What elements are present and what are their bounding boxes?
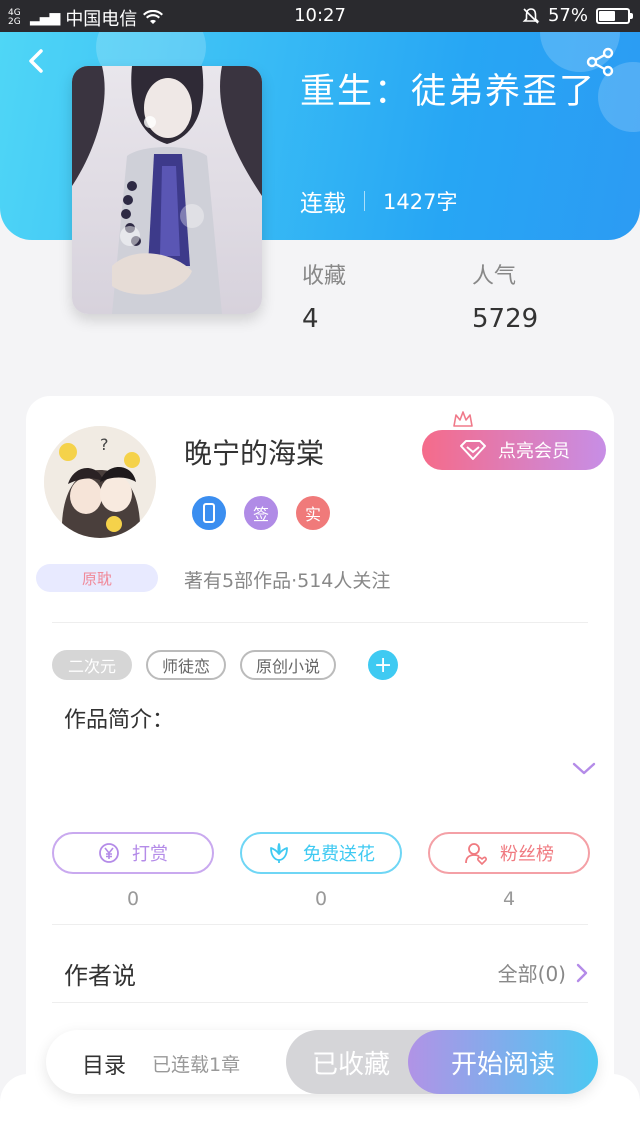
battery-icon	[596, 7, 633, 24]
author-genre-tag: 原耽	[36, 564, 158, 592]
vip-button[interactable]: 点亮会员	[422, 430, 606, 470]
fans-icon	[465, 843, 487, 865]
tag-chip[interactable]: 二次元	[52, 650, 133, 680]
serial-status: 连载	[300, 191, 346, 217]
tag-chip[interactable]: 原创小说	[240, 650, 337, 680]
author-says-heading: 作者说	[64, 962, 136, 990]
tip-count: 0	[126, 888, 140, 910]
status-bar: 4G 2G ▂▄▆ 中国电信 10:27 57%	[0, 0, 640, 32]
author-says-all-link[interactable]: 全部(0)	[498, 958, 588, 987]
start-reading-button[interactable]: 开始阅读	[408, 1030, 598, 1094]
flower-icon	[270, 843, 288, 863]
tag-list: 二次元 师徒恋 原创小说 +	[52, 650, 399, 680]
diamond-icon	[460, 440, 486, 460]
book-meta: 连载 1427字	[300, 184, 457, 218]
chevron-down-icon[interactable]	[572, 762, 596, 776]
stat-favorites: 收藏 4	[302, 258, 346, 334]
back-arrow-icon[interactable]	[22, 46, 52, 76]
divider	[52, 1002, 588, 1003]
tip-action: 打赏 0	[52, 832, 214, 910]
fans-rank-label: 粉丝榜	[500, 844, 554, 865]
yen-icon	[99, 843, 119, 863]
svg-text:?: ?	[100, 435, 109, 454]
chevron-right-icon	[576, 963, 588, 982]
fans-count: 4	[502, 888, 516, 910]
divider	[52, 622, 588, 623]
stat-popularity: 人气 5729	[472, 258, 538, 334]
book-cover-image[interactable]	[72, 66, 262, 314]
author-avatar[interactable]: ?	[44, 426, 156, 538]
book-detail-card: ? 晚宁的海棠 点亮会员 签 实 原耽 著有5部作品·514人关注 二次元 师徒…	[26, 396, 614, 1138]
free-flower-button[interactable]: 免费送花	[240, 832, 402, 874]
author-name[interactable]: 晚宁的海棠	[184, 432, 324, 472]
divider	[52, 924, 588, 925]
battery-percent: 57%	[547, 5, 588, 26]
phone-icon	[192, 496, 226, 530]
author-badges: 签 实	[192, 496, 330, 530]
tip-button[interactable]: 打赏	[52, 832, 214, 874]
all-label: 全部(0)	[497, 962, 566, 986]
mute-bell-icon	[522, 7, 540, 24]
intro-label: 作品简介：	[64, 708, 175, 733]
chapter-count: 已连载1章	[152, 1054, 241, 1076]
action-row: 打赏 0 免费送花 0 粉丝榜 4	[52, 832, 590, 910]
author-works-info: 著有5部作品·514人关注	[184, 570, 391, 592]
bottom-action-bar: 目录 已连载1章 已收藏 开始阅读	[46, 1030, 598, 1094]
table-of-contents-button[interactable]: 目录	[82, 1048, 126, 1080]
fans-rank-button[interactable]: 粉丝榜	[428, 832, 590, 874]
flower-count: 0	[314, 888, 328, 910]
stat-label: 收藏	[302, 264, 347, 289]
stat-value: 5729	[472, 304, 539, 334]
crown-icon	[453, 411, 473, 427]
fans-action: 粉丝榜 4	[428, 832, 590, 910]
tag-chip[interactable]: 师徒恋	[146, 650, 227, 680]
stat-label: 人气	[472, 264, 517, 289]
word-count: 1427字	[383, 190, 458, 214]
verified-badge: 实	[296, 496, 330, 530]
battery-level	[599, 10, 615, 21]
sign-badge: 签	[244, 496, 278, 530]
vip-button-label: 点亮会员	[498, 441, 570, 462]
flower-action: 免费送花 0	[240, 832, 402, 910]
tip-label: 打赏	[132, 844, 168, 865]
meta-divider	[364, 191, 365, 211]
book-title: 重生：徒弟养歪了	[300, 72, 597, 112]
stat-value: 4	[302, 304, 319, 334]
free-flower-label: 免费送花	[303, 844, 375, 865]
add-tag-button[interactable]: +	[368, 650, 399, 680]
